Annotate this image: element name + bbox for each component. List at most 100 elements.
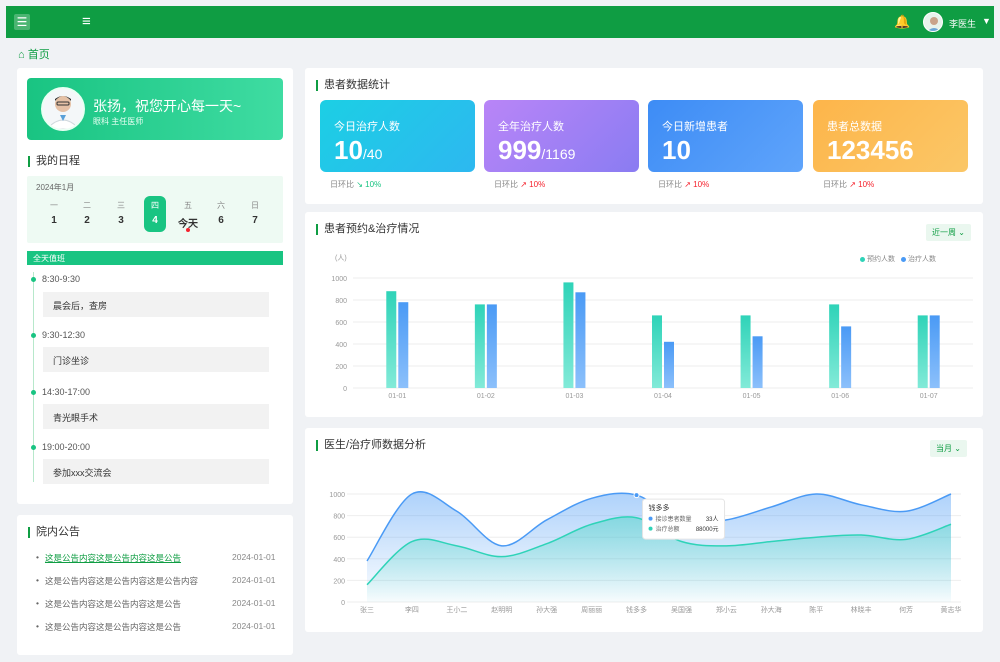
- stat-label: 患者总数据: [827, 121, 882, 133]
- timeline-dot: [31, 390, 36, 395]
- calendar-weekday: 日: [251, 201, 259, 210]
- notice-text[interactable]: 这是公告内容这是公告内容这是公告: [45, 621, 181, 633]
- bar-appointments: [652, 315, 662, 388]
- stat-value: 999/1169: [498, 136, 575, 168]
- x-tick-label: 王小二: [446, 605, 467, 614]
- doctor-analysis-title: 医生/治疗师数据分析: [316, 440, 426, 451]
- bell-icon[interactable]: 🔔: [894, 14, 910, 30]
- event-time: 9:30-12:30: [42, 330, 86, 340]
- event-item[interactable]: 青光眼手术: [43, 404, 269, 429]
- stat-compare: 日环比 ↗ 10%: [494, 179, 545, 190]
- notice-text[interactable]: 这是公告内容这是公告内容这是公告: [45, 552, 181, 564]
- calendar-date: 7: [252, 215, 258, 226]
- y-tick-label: 600: [335, 320, 347, 327]
- timeline-dot: [31, 333, 36, 338]
- x-tick-label: 孙大海: [761, 605, 782, 614]
- calendar-day[interactable]: 三3: [110, 200, 132, 226]
- tooltip-label: 治疗总额: [656, 525, 680, 533]
- compare-label: 日环比: [658, 180, 682, 189]
- event-item[interactable]: 参加xxx交流会: [43, 459, 269, 484]
- stat-total: /1169: [541, 146, 576, 162]
- calendar-weekday: 五: [184, 201, 192, 210]
- calendar-day[interactable]: 二2: [76, 200, 98, 226]
- x-tick-label: 孙大强: [536, 605, 557, 614]
- doctor-range-select[interactable]: 当月 ⌄: [930, 440, 967, 457]
- event-item[interactable]: 门诊坐诊: [43, 347, 269, 372]
- y-tick-label: 200: [335, 364, 347, 371]
- bar-appointments: [917, 315, 928, 388]
- appointment-range-select[interactable]: 近一周 ⌄: [926, 224, 971, 241]
- stat-value: 123456: [827, 136, 914, 168]
- notice-text[interactable]: 这是公告内容这是公告内容这是公告内容: [45, 575, 198, 587]
- user-avatar[interactable]: [923, 12, 943, 32]
- compare-value: 10%: [529, 180, 546, 189]
- y-tick-label: 400: [333, 557, 345, 564]
- tooltip-swatch: [648, 526, 653, 531]
- compare-label: 日环比: [494, 180, 518, 189]
- bar-appointments: [563, 282, 574, 388]
- doctor-area-chart: 02004006008001000张三 李四 王小二 赵明明 孙大强 周丽丽 钱多多 吴国强郑…: [329, 491, 962, 614]
- calendar-weekday: 二: [83, 201, 91, 210]
- bar-treatments: [486, 304, 497, 388]
- chevron-down-icon: ⌄: [954, 444, 961, 453]
- doctor-range-label: 当月: [936, 444, 952, 453]
- x-tick-label: 01-04: [654, 393, 672, 400]
- stat-compare: 日环比 ↗ 10%: [823, 179, 874, 190]
- calendar-date: 1: [51, 215, 57, 226]
- bullet-icon: •: [36, 621, 39, 631]
- stat-number: 123456: [827, 135, 914, 165]
- event-time: 19:00-20:00: [42, 442, 91, 452]
- notice-date: 2024-01-01: [232, 575, 276, 585]
- bar-treatments: [929, 315, 940, 388]
- x-tick-label: 01-02: [477, 393, 495, 400]
- x-tick-label: 林晓丰: [851, 605, 872, 614]
- y-tick-label: 800: [335, 298, 347, 305]
- notice-date: 2024-01-01: [232, 621, 276, 631]
- calendar-day[interactable]: 五今天: [177, 200, 199, 230]
- calendar-day[interactable]: 日7: [244, 200, 266, 226]
- trend-up-icon: ↗: [849, 180, 856, 189]
- top-bar: ☰ ≡ 🔔 李医生 ▼: [6, 6, 994, 38]
- user-name[interactable]: 李医生: [949, 17, 976, 30]
- y-tick-label: 200: [333, 578, 345, 585]
- stat-card[interactable]: 今日新增患者 10: [648, 100, 803, 172]
- bullet-icon: •: [36, 598, 39, 608]
- calendar-date: 2: [84, 215, 90, 226]
- calendar-weekday: 三: [117, 201, 125, 210]
- fold-icon[interactable]: ≡: [82, 14, 91, 30]
- x-tick-label: 黄志华: [941, 605, 962, 614]
- calendar-weekday: 一: [50, 201, 58, 210]
- stat-number: 999: [498, 135, 542, 165]
- compare-value: 10%: [858, 180, 875, 189]
- x-tick-label: 01-07: [920, 393, 938, 400]
- breadcrumb[interactable]: ⌂ 首页: [18, 46, 50, 62]
- stat-card[interactable]: 今日治疗人数 10/40: [320, 100, 475, 172]
- calendar-day[interactable]: 六6: [210, 200, 232, 226]
- appointment-range-label: 近一周: [932, 228, 956, 237]
- x-tick-label: 吴国强: [671, 606, 692, 614]
- calendar-day[interactable]: 四4: [144, 196, 166, 232]
- event-item[interactable]: 晨会后，查房: [43, 292, 269, 317]
- doctor-avatar: [41, 87, 85, 131]
- welcome-banner: 张扬，祝您开心每一天~ 眼科 主任医师: [27, 78, 283, 140]
- calendar-weekday: 四: [151, 201, 159, 210]
- chevron-down-icon[interactable]: ▼: [982, 16, 991, 26]
- bar-appointments: [829, 304, 840, 388]
- bar-appointments: [474, 304, 485, 388]
- welcome-subtitle: 眼科 主任医师: [93, 117, 144, 126]
- breadcrumb-home[interactable]: 首页: [28, 49, 50, 61]
- stat-compare: 日环比 ↗ 10%: [658, 179, 709, 190]
- calendar-date: 4: [152, 215, 158, 226]
- notice-text[interactable]: 这是公告内容这是公告内容这是公告: [45, 598, 181, 610]
- calendar-weekday: 六: [217, 201, 225, 210]
- y-axis-title: (人): [335, 254, 347, 262]
- tooltip-label: 接诊患者数量: [656, 515, 692, 523]
- calendar-day[interactable]: 一1: [43, 200, 65, 226]
- stat-card[interactable]: 患者总数据 123456: [813, 100, 968, 172]
- schedule-title: 我的日程: [28, 156, 80, 167]
- today-marker: [186, 228, 190, 232]
- y-tick-label: 800: [333, 514, 345, 521]
- y-tick-label: 1000: [331, 276, 347, 283]
- menu-icon[interactable]: ☰: [14, 14, 30, 30]
- stat-card[interactable]: 全年治疗人数 999/1169: [484, 100, 639, 172]
